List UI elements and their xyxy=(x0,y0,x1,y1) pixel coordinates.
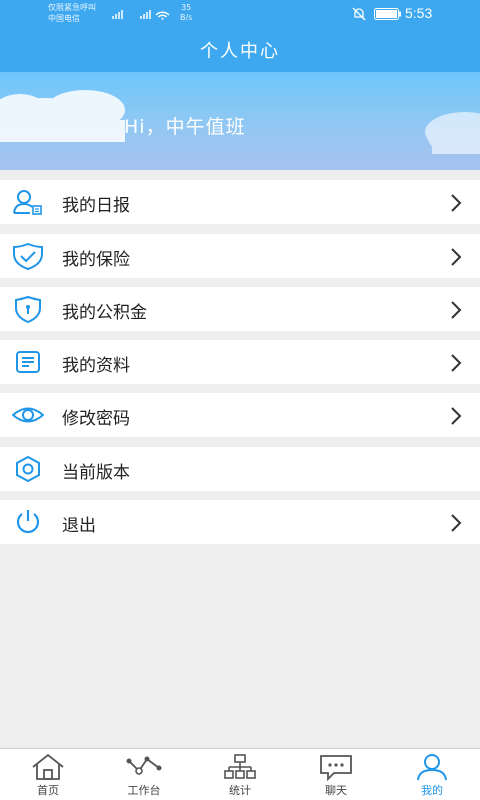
chat-icon xyxy=(320,755,352,781)
chevron-right-icon xyxy=(451,514,462,532)
tab-mine[interactable]: 我的 xyxy=(384,749,480,800)
page-title: 个人中心 xyxy=(200,41,280,62)
menu-item-insurance[interactable]: 我的保险 xyxy=(0,234,480,278)
menu-item-label: 我的公积金 xyxy=(62,303,147,323)
menu-item-current-version[interactable]: 当前版本 xyxy=(0,447,480,491)
title-bar: 个人中心 xyxy=(0,28,480,72)
document-icon xyxy=(16,351,40,373)
shield-check-icon xyxy=(13,242,43,270)
chevron-right-icon xyxy=(451,248,462,266)
chevron-right-icon xyxy=(451,194,462,212)
network-speed-value: 35 xyxy=(181,3,192,12)
network-speed-unit: B/s xyxy=(180,13,193,22)
carrier-info: 仅限紧急呼叫 中国电信 xyxy=(48,2,118,24)
tab-label: 我的 xyxy=(421,784,443,797)
tab-label: 统计 xyxy=(229,784,251,797)
tab-label: 聊天 xyxy=(325,784,347,797)
bottom-tab-bar: 首页 工作台 统计 聊天 我的 xyxy=(0,748,480,800)
battery-icon xyxy=(374,8,401,20)
menu-item-label: 我的保险 xyxy=(62,250,130,270)
shield-lock-icon xyxy=(15,295,41,323)
profile-banner: Hi，中午值班 xyxy=(0,72,480,170)
tab-workbench[interactable]: 工作台 xyxy=(96,749,192,800)
menu-item-daily-report[interactable]: 我的日报 xyxy=(0,180,480,224)
chevron-right-icon xyxy=(451,301,462,319)
menu-item-label: 修改密码 xyxy=(62,409,130,429)
home-icon xyxy=(32,753,64,780)
menu-item-housing-fund[interactable]: 我的公积金 xyxy=(0,287,480,331)
menu-item-label: 退出 xyxy=(62,516,96,536)
menu-item-label: 当前版本 xyxy=(62,463,130,483)
tab-home[interactable]: 首页 xyxy=(0,749,96,800)
eye-icon xyxy=(12,407,44,423)
menu-item-label: 我的日报 xyxy=(62,196,130,216)
signal-icon xyxy=(112,10,170,20)
tab-label: 工作台 xyxy=(127,784,161,797)
menu-item-change-password[interactable]: 修改密码 xyxy=(0,393,480,437)
org-chart-icon xyxy=(224,754,256,779)
tab-label: 首页 xyxy=(37,784,59,797)
menu-item-profile-data[interactable]: 我的资料 xyxy=(0,340,480,384)
user-report-icon xyxy=(13,190,42,215)
carrier-line-2: 中国电信 xyxy=(48,14,80,23)
carrier-line-1: 仅限紧急呼叫 xyxy=(48,3,96,12)
tab-statistics[interactable]: 统计 xyxy=(192,749,288,800)
profile-icon xyxy=(417,754,447,781)
chevron-right-icon xyxy=(451,354,462,372)
tab-chat[interactable]: 聊天 xyxy=(288,749,384,800)
power-icon xyxy=(16,510,40,534)
chevron-right-icon xyxy=(451,407,462,425)
network-speed: 35 B/s xyxy=(180,3,192,23)
hexagon-icon xyxy=(16,455,40,483)
workbench-icon xyxy=(126,756,162,775)
menu-item-logout[interactable]: 退出 xyxy=(0,500,480,544)
status-time: 5:53 xyxy=(405,5,433,21)
mute-bell-icon xyxy=(352,7,366,21)
status-bar: 仅限紧急呼叫 中国电信 35 B/s 5:53 xyxy=(0,0,480,28)
menu-item-label: 我的资料 xyxy=(62,356,130,376)
user-greeting: Hi，中午值班 xyxy=(124,116,246,138)
